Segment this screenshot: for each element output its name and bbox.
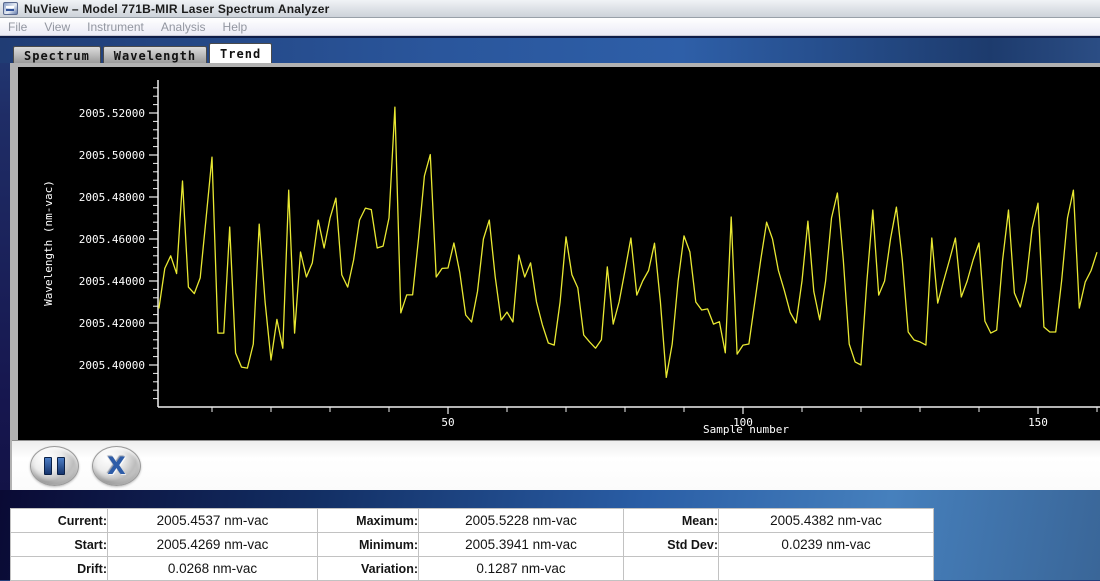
stat-mean-label: Mean: — [624, 509, 719, 533]
tab-strip-background: Spectrum Wavelength Trend — [0, 36, 1100, 63]
tab-trend[interactable]: Trend — [209, 43, 272, 63]
app-icon[interactable] — [3, 2, 18, 15]
stat-start-label: Start: — [11, 533, 108, 557]
stat-drift-value: 0.0268 nm-vac — [108, 557, 318, 581]
stat-current-value: 2005.4537 nm-vac — [108, 509, 318, 533]
app-window: { "window": { "title": "NuView – Model 7… — [0, 0, 1100, 580]
stat-minimum-label: Minimum: — [318, 533, 419, 557]
menu-item-help[interactable]: Help — [223, 20, 248, 34]
menu-bar: File View Instrument Analysis Help — [0, 18, 1100, 36]
axes: 2005.40000 2005.42000 2005.44000 2005.46000… — [79, 80, 1100, 429]
pause-icon — [44, 457, 52, 475]
stat-variation-label: Variation: — [318, 557, 419, 581]
table-row: Drift: 0.0268 nm-vac Variation: 0.1287 n… — [11, 557, 934, 581]
pause-button[interactable] — [30, 446, 79, 486]
chart-panel: Wavelength (nm-vac) Sample number 2005.4… — [10, 63, 1100, 490]
svg-text:2005.42000: 2005.42000 — [79, 317, 145, 330]
menu-item-instrument[interactable]: Instrument — [87, 20, 144, 34]
trend-chart: Wavelength (nm-vac) Sample number 2005.4… — [18, 67, 1100, 440]
svg-text:2005.48000: 2005.48000 — [79, 191, 145, 204]
svg-text:150: 150 — [1028, 416, 1048, 429]
stat-mean-value: 2005.4382 nm-vac — [719, 509, 934, 533]
menu-item-analysis[interactable]: Analysis — [161, 20, 206, 34]
trend-line — [159, 107, 1097, 377]
title-bar: NuView – Model 771B-MIR Laser Spectrum A… — [0, 0, 1100, 18]
stat-empty-label — [624, 557, 719, 581]
stat-variation-value: 0.1287 nm-vac — [419, 557, 624, 581]
tab-spectrum[interactable]: Spectrum — [13, 46, 101, 63]
svg-text:50: 50 — [441, 416, 454, 429]
svg-text:2005.52000: 2005.52000 — [79, 107, 145, 120]
svg-text:2005.44000: 2005.44000 — [79, 275, 145, 288]
trend-plot: Wavelength (nm-vac) Sample number 2005.4… — [18, 67, 1100, 440]
svg-text:100: 100 — [733, 416, 753, 429]
stop-button[interactable]: X — [92, 446, 141, 486]
y-axis-title: Wavelength (nm-vac) — [42, 180, 55, 306]
stat-maximum-value: 2005.5228 nm-vac — [419, 509, 624, 533]
table-row: Current: 2005.4537 nm-vac Maximum: 2005.… — [11, 509, 934, 533]
stat-minimum-value: 2005.3941 nm-vac — [419, 533, 624, 557]
control-strip: X — [12, 440, 1100, 490]
stats-table: Current: 2005.4537 nm-vac Maximum: 2005.… — [10, 508, 934, 581]
svg-text:2005.46000: 2005.46000 — [79, 233, 145, 246]
stat-current-label: Current: — [11, 509, 108, 533]
svg-text:2005.40000: 2005.40000 — [79, 359, 145, 372]
menu-item-view[interactable]: View — [44, 20, 70, 34]
status-area: Current: 2005.4537 nm-vac Maximum: 2005.… — [0, 490, 1100, 580]
stat-drift-label: Drift: — [11, 557, 108, 581]
tab-bar: Spectrum Wavelength Trend — [13, 43, 274, 63]
table-row: Start: 2005.4269 nm-vac Minimum: 2005.39… — [11, 533, 934, 557]
menu-item-file[interactable]: File — [8, 20, 27, 34]
stat-maximum-label: Maximum: — [318, 509, 419, 533]
x-icon: X — [107, 454, 126, 478]
stat-empty-value — [719, 557, 934, 581]
stat-stddev-value: 0.0239 nm-vac — [719, 533, 934, 557]
stat-start-value: 2005.4269 nm-vac — [108, 533, 318, 557]
svg-text:2005.50000: 2005.50000 — [79, 149, 145, 162]
tab-wavelength[interactable]: Wavelength — [103, 46, 207, 63]
stat-stddev-label: Std Dev: — [624, 533, 719, 557]
window-title: NuView – Model 771B-MIR Laser Spectrum A… — [24, 2, 330, 16]
